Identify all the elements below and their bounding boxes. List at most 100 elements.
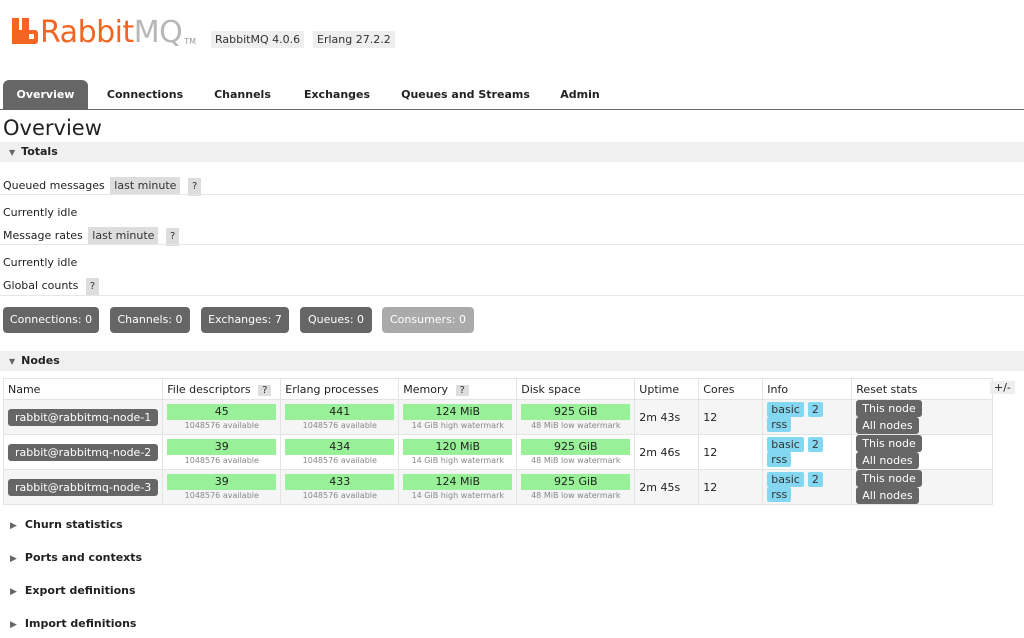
rabbitmq-logo[interactable]: RabbitMQ TM [12,14,196,48]
queued-messages-range-selector[interactable]: last minute [110,177,181,195]
info-badge-basic[interactable]: basic [767,437,804,452]
tab-connections[interactable]: Connections [100,80,190,109]
global-counts-label: Global counts [3,279,79,292]
column-header-erlang-processes: Erlang processes [280,378,400,400]
disk-space-watermark: 48 MiB low watermark [531,491,621,500]
ports-and-contexts-section-header[interactable]: ▶ Ports and contexts [0,551,142,564]
disk-space-bar: 925 GiB [521,439,631,455]
reset-stats-cell: This nodeAll nodes [851,399,994,435]
erlang-processes-available: 1048576 available [302,491,377,500]
exchanges-count-button[interactable]: Exchanges: 7 [201,307,289,333]
node-name-cell: rabbit@rabbitmq-node-2 [2,434,164,470]
reset-this-node-button[interactable]: This node [856,400,922,417]
uptime-cell: 2m 45s [634,469,700,505]
memory-cell: 124 MiB 14 GiB high watermark [398,399,518,435]
memory-watermark: 14 GiB high watermark [411,456,504,465]
tab-exchanges[interactable]: Exchanges [295,80,379,109]
reset-all-nodes-button[interactable]: All nodes [856,452,919,469]
info-cell: basic 2 rss [762,399,853,435]
node-name-link[interactable]: rabbit@rabbitmq-node-3 [8,478,159,496]
memory-bar: 124 MiB [403,404,513,420]
import-definitions-section-header[interactable]: ▶ Import definitions [0,617,136,630]
info-badge-rss[interactable]: rss [767,417,792,432]
nodes-heading: Nodes [21,354,60,367]
tab-overview[interactable]: Overview [3,80,88,109]
info-badge-count[interactable]: 2 [807,437,823,452]
channels-count-button[interactable]: Channels: 0 [110,307,190,333]
info-badge-rss[interactable]: rss [767,487,792,502]
column-header-file-descriptors: File descriptors ? [162,378,282,400]
file-descriptors-bar: 39 [167,439,277,455]
nodes-section-header[interactable]: ▼ Nodes [0,351,1024,371]
erlang-processes-bar: 434 [285,439,395,455]
info-badge-basic[interactable]: basic [767,402,804,417]
erlang-version-badge: Erlang 27.2.2 [313,31,395,48]
logo-text-mq: MQ [133,15,183,50]
ports-and-contexts-heading: Ports and contexts [24,551,143,564]
memory-bar: 124 MiB [403,474,513,490]
disk-space-bar: 925 GiB [521,474,631,490]
page-title: Overview [3,116,102,140]
message-rates-label: Message rates [3,229,83,242]
uptime-cell: 2m 43s [634,399,700,435]
info-badge-basic[interactable]: basic [767,472,804,487]
disk-space-cell: 925 GiB 48 MiB low watermark [516,399,636,435]
file-descriptors-bar: 45 [167,404,277,420]
reset-this-node-button[interactable]: This node [856,435,922,452]
disk-space-bar: 925 GiB [521,404,631,420]
divider [0,244,1024,245]
table-row: rabbit@rabbitmq-node-1 45 1048576 availab… [2,399,994,435]
totals-section-header[interactable]: ▼ Totals [0,142,1024,162]
node-name-link[interactable]: rabbit@rabbitmq-node-2 [8,443,159,461]
column-header-cores: Cores [698,378,764,400]
erlang-processes-cell: 433 1048576 available [280,469,400,505]
info-cell: basic 2 rss [762,469,853,505]
column-header-reset-stats: Reset stats [851,378,994,400]
disk-space-cell: 925 GiB 48 MiB low watermark [516,434,636,470]
column-header-uptime: Uptime [634,378,700,400]
node-name-link[interactable]: rabbit@rabbitmq-node-1 [8,408,159,426]
export-definitions-section-header[interactable]: ▶ Export definitions [0,584,136,597]
header: RabbitMQ TM RabbitMQ 4.0.6 Erlang 27.2.2 [0,0,1024,80]
info-badge-count[interactable]: 2 [807,472,823,487]
message-rates-range-selector[interactable]: last minute [88,227,159,245]
memory-bar: 120 MiB [403,439,513,455]
toggle-columns-button[interactable]: +/- [990,381,1015,394]
reset-all-nodes-button[interactable]: All nodes [856,417,919,434]
main-nav-tabs: Overview Connections Channels Exchanges … [0,80,1024,110]
column-header-name: Name [2,378,164,400]
memory-cell: 124 MiB 14 GiB high watermark [398,469,518,505]
churn-statistics-section-header[interactable]: ▶ Churn statistics [0,518,123,531]
file-descriptors-help-icon[interactable]: ? [258,384,272,396]
rabbit-logo-icon [12,18,38,44]
tab-admin[interactable]: Admin [552,80,608,109]
erlang-processes-bar: 441 [285,404,395,420]
reset-all-nodes-button[interactable]: All nodes [856,487,919,504]
info-cell: basic 2 rss [762,434,853,470]
cores-cell: 12 [698,399,764,435]
rabbitmq-version-badge: RabbitMQ 4.0.6 [211,31,305,48]
info-badge-count[interactable]: 2 [807,402,823,417]
info-badge-rss[interactable]: rss [767,452,792,467]
disk-space-cell: 925 GiB 48 MiB low watermark [516,469,636,505]
import-definitions-heading: Import definitions [24,617,137,630]
column-header-label: Memory [403,382,449,396]
tab-queues-and-streams[interactable]: Queues and Streams [393,80,538,109]
connections-count-button[interactable]: Connections: 0 [3,307,99,333]
erlang-processes-available: 1048576 available [302,421,377,430]
file-descriptors-available: 1048576 available [184,421,259,430]
reset-this-node-button[interactable]: This node [856,470,922,487]
global-counts-row: Global counts ? [3,277,100,296]
memory-watermark: 14 GiB high watermark [411,421,504,430]
tab-channels[interactable]: Channels [205,80,280,109]
expanded-triangle-icon: ▼ [9,148,16,157]
node-name-cell: rabbit@rabbitmq-node-1 [2,399,164,435]
reset-stats-cell: This nodeAll nodes [851,469,994,505]
memory-help-icon[interactable]: ? [455,384,469,396]
consumers-count-button[interactable]: Consumers: 0 [382,307,474,333]
file-descriptors-bar: 39 [167,474,277,490]
queued-messages-label: Queued messages [3,179,105,192]
global-counts-help-icon[interactable]: ? [85,278,100,296]
queues-count-button[interactable]: Queues: 0 [300,307,372,333]
column-header-disk-space: Disk space [516,378,636,400]
